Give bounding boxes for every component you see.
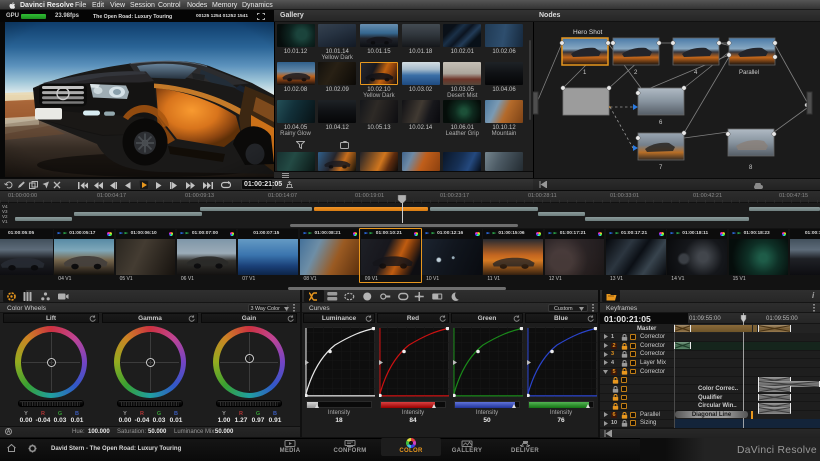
svg-text:6: 6 <box>659 120 663 126</box>
svg-text:1: 1 <box>583 70 587 76</box>
svg-text:2: 2 <box>634 70 638 76</box>
svg-text:4: 4 <box>694 70 698 76</box>
svg-text:7: 7 <box>659 165 663 171</box>
svg-text:Parallel: Parallel <box>739 70 759 76</box>
svg-text:8: 8 <box>749 165 753 171</box>
svg-text:Hero Shot: Hero Shot <box>573 29 602 36</box>
